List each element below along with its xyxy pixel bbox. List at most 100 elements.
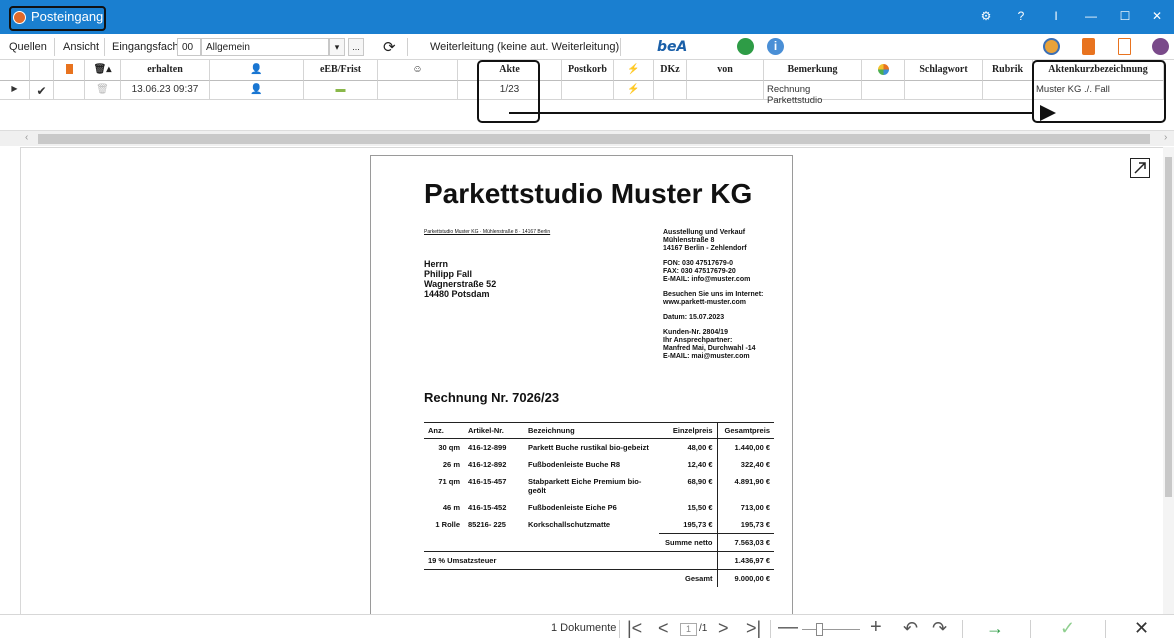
- table-row: 30 qm 416-12-899 Parkett Buche rustikal bi…: [424, 438, 774, 456]
- row-color-cell[interactable]: [862, 81, 905, 100]
- zoom-out-icon[interactable]: —: [778, 616, 798, 639]
- row-schlagwort[interactable]: [905, 81, 983, 100]
- doc-company-block: Ausstellung und Verkauf Mühlenstraße 8 1…: [663, 229, 764, 360]
- row-contact-cell[interactable]: [378, 81, 458, 100]
- eingangsfach-more-button[interactable]: ...: [348, 38, 364, 56]
- separator: [962, 620, 963, 638]
- header-color-icon[interactable]: [862, 60, 905, 81]
- viewer-scroll-thumb[interactable]: [1165, 157, 1172, 497]
- scan-icon[interactable]: [1043, 38, 1060, 55]
- header-bemerkung[interactable]: Bemerkung: [764, 60, 862, 81]
- gesamt-row: Gesamt 9.000,00 €: [424, 569, 774, 587]
- toolbar: Quellen Ansicht Eingangsfach: 00 Allgeme…: [0, 34, 1174, 60]
- prev-page-icon[interactable]: <: [658, 618, 669, 639]
- eingangsfach-name-field[interactable]: Allgemein: [201, 38, 329, 56]
- th-artikel: Artikel-Nr.: [464, 422, 524, 439]
- info-icon[interactable]: i: [767, 38, 784, 55]
- zoom-slider-track[interactable]: [802, 629, 860, 630]
- menu-ansicht[interactable]: Ansicht: [63, 41, 99, 53]
- doc-title: Parkettstudio Muster KG: [424, 178, 753, 209]
- header-eeb[interactable]: eEB/Frist: [304, 60, 378, 81]
- header-trash-icon[interactable]: 🗑▴: [85, 60, 121, 81]
- summe-netto-row: Summe netto 7.563,03 €: [424, 533, 774, 552]
- scroll-right-icon[interactable]: ›: [1164, 132, 1167, 143]
- grid-horizontal-scrollbar[interactable]: ‹ ›: [0, 130, 1174, 146]
- row-flash-icon[interactable]: ⚡: [614, 81, 654, 100]
- maximize-button[interactable]: ☐: [1115, 9, 1135, 23]
- header-erhalten[interactable]: erhalten: [121, 60, 210, 81]
- header-user-icon[interactable]: 👤: [210, 60, 304, 81]
- scroll-left-icon[interactable]: ‹: [25, 132, 28, 143]
- header-schlagwort[interactable]: Schlagwort: [905, 60, 983, 81]
- profile-icon[interactable]: [1152, 38, 1169, 55]
- info-cursor-icon[interactable]: I: [1046, 9, 1066, 23]
- cancel-icon[interactable]: ✕: [1134, 618, 1149, 639]
- bea-status-icon[interactable]: [737, 38, 754, 55]
- row-von[interactable]: [687, 81, 764, 100]
- header-document-icon[interactable]: [54, 60, 85, 81]
- table-row: 1 Rolle 85216- 225 Korkschallschutzmatte 19…: [424, 516, 774, 534]
- scroll-thumb[interactable]: [38, 134, 1150, 144]
- separator: [619, 620, 620, 638]
- table-row: 26 m 416-12-892 Fußbodenleiste Buche R8 12,…: [424, 456, 774, 473]
- refresh-icon[interactable]: ⟳: [383, 38, 396, 56]
- header-flash-icon[interactable]: ⚡: [614, 60, 654, 81]
- settings-icon[interactable]: ⚙: [976, 9, 996, 23]
- confirm-icon[interactable]: ✓: [1060, 618, 1075, 639]
- th-gesamtpreis: Gesamtpreis: [716, 422, 774, 439]
- help-icon[interactable]: ?: [1011, 9, 1031, 23]
- checkmark-icon[interactable]: ✔: [30, 81, 54, 100]
- next-page-icon[interactable]: >: [718, 618, 729, 639]
- header-von[interactable]: von: [687, 60, 764, 81]
- row-indicator-icon[interactable]: ▶: [0, 81, 30, 100]
- separator: [620, 38, 621, 56]
- header-postkorb[interactable]: Postkorb: [562, 60, 614, 81]
- eingangsfach-dropdown-button[interactable]: ▾: [329, 38, 345, 56]
- separator: [770, 620, 771, 638]
- minimize-button[interactable]: —: [1081, 9, 1101, 23]
- th-anz: Anz.: [424, 422, 464, 439]
- header-dkz[interactable]: DKz: [654, 60, 687, 81]
- bea-button[interactable]: beA: [657, 39, 687, 55]
- row-eeb-icon[interactable]: ▬: [304, 81, 378, 100]
- annotation-arrowhead: [1040, 105, 1056, 121]
- close-button[interactable]: ✕: [1147, 9, 1167, 23]
- table-row: 71 qm 416-15-457 Stabparkett Eiche Premium…: [424, 473, 774, 499]
- viewer-vertical-scrollbar[interactable]: [1163, 147, 1174, 614]
- separator: [104, 38, 105, 56]
- separator: [1030, 620, 1031, 638]
- header-contact-icon[interactable]: ☺: [378, 60, 458, 81]
- page-input[interactable]: 1: [680, 623, 697, 636]
- doc-recipient: Herrn Philipp Fall Wagnerstraße 52 14480…: [424, 259, 497, 299]
- doc-sender-line: Parkettstudio Muster KG · Mühlenstraße 8…: [424, 229, 551, 235]
- header-check: [30, 60, 54, 81]
- invoice-table: Anz. Artikel-Nr. Bezeichnung Einzelpreis…: [424, 422, 774, 587]
- row-document-cell[interactable]: [54, 81, 85, 100]
- separator: [407, 38, 408, 56]
- document-icon[interactable]: [1118, 38, 1131, 55]
- forward-arrow-icon[interactable]: →: [986, 618, 1004, 639]
- forwarding-status: Weiterleitung (keine aut. Weiterleitung): [430, 41, 620, 53]
- mail-grid: 🗑▴ erhalten 👤 eEB/Frist ☺ Akte Postkorb …: [0, 60, 1174, 130]
- row-postkorb[interactable]: [562, 81, 614, 100]
- pdf-icon[interactable]: [1082, 38, 1095, 55]
- rotate-right-icon[interactable]: ↷: [932, 618, 947, 639]
- header-rubrik[interactable]: Rubrik: [983, 60, 1033, 81]
- rotate-left-icon[interactable]: ↶: [903, 618, 918, 639]
- row-trash-icon[interactable]: 🗑: [85, 81, 121, 100]
- row-erhalten[interactable]: 13.06.23 09:37: [121, 81, 210, 100]
- eingangsfach-code-field[interactable]: 00: [177, 38, 201, 56]
- row-user-icon[interactable]: 👤: [210, 81, 304, 100]
- zoom-in-icon[interactable]: +: [870, 616, 882, 639]
- status-bar: 1 Dokumente |< < 1 /1 > >| — + ↶ ↷ → ✓ ✕: [0, 614, 1174, 643]
- expand-icon[interactable]: [1130, 158, 1150, 178]
- row-rubrik[interactable]: [983, 81, 1033, 100]
- zoom-slider-handle[interactable]: [816, 623, 823, 636]
- first-page-icon[interactable]: |<: [627, 618, 642, 639]
- separator: [54, 38, 55, 56]
- row-bemerkung[interactable]: Rechnung Parkettstudio: [764, 81, 862, 106]
- last-page-icon[interactable]: >|: [746, 618, 761, 639]
- title-bar: Posteingang ⚙ ? I — ☐ ✕: [0, 0, 1174, 34]
- row-dkz[interactable]: [654, 81, 687, 100]
- menu-quellen[interactable]: Quellen: [9, 41, 47, 53]
